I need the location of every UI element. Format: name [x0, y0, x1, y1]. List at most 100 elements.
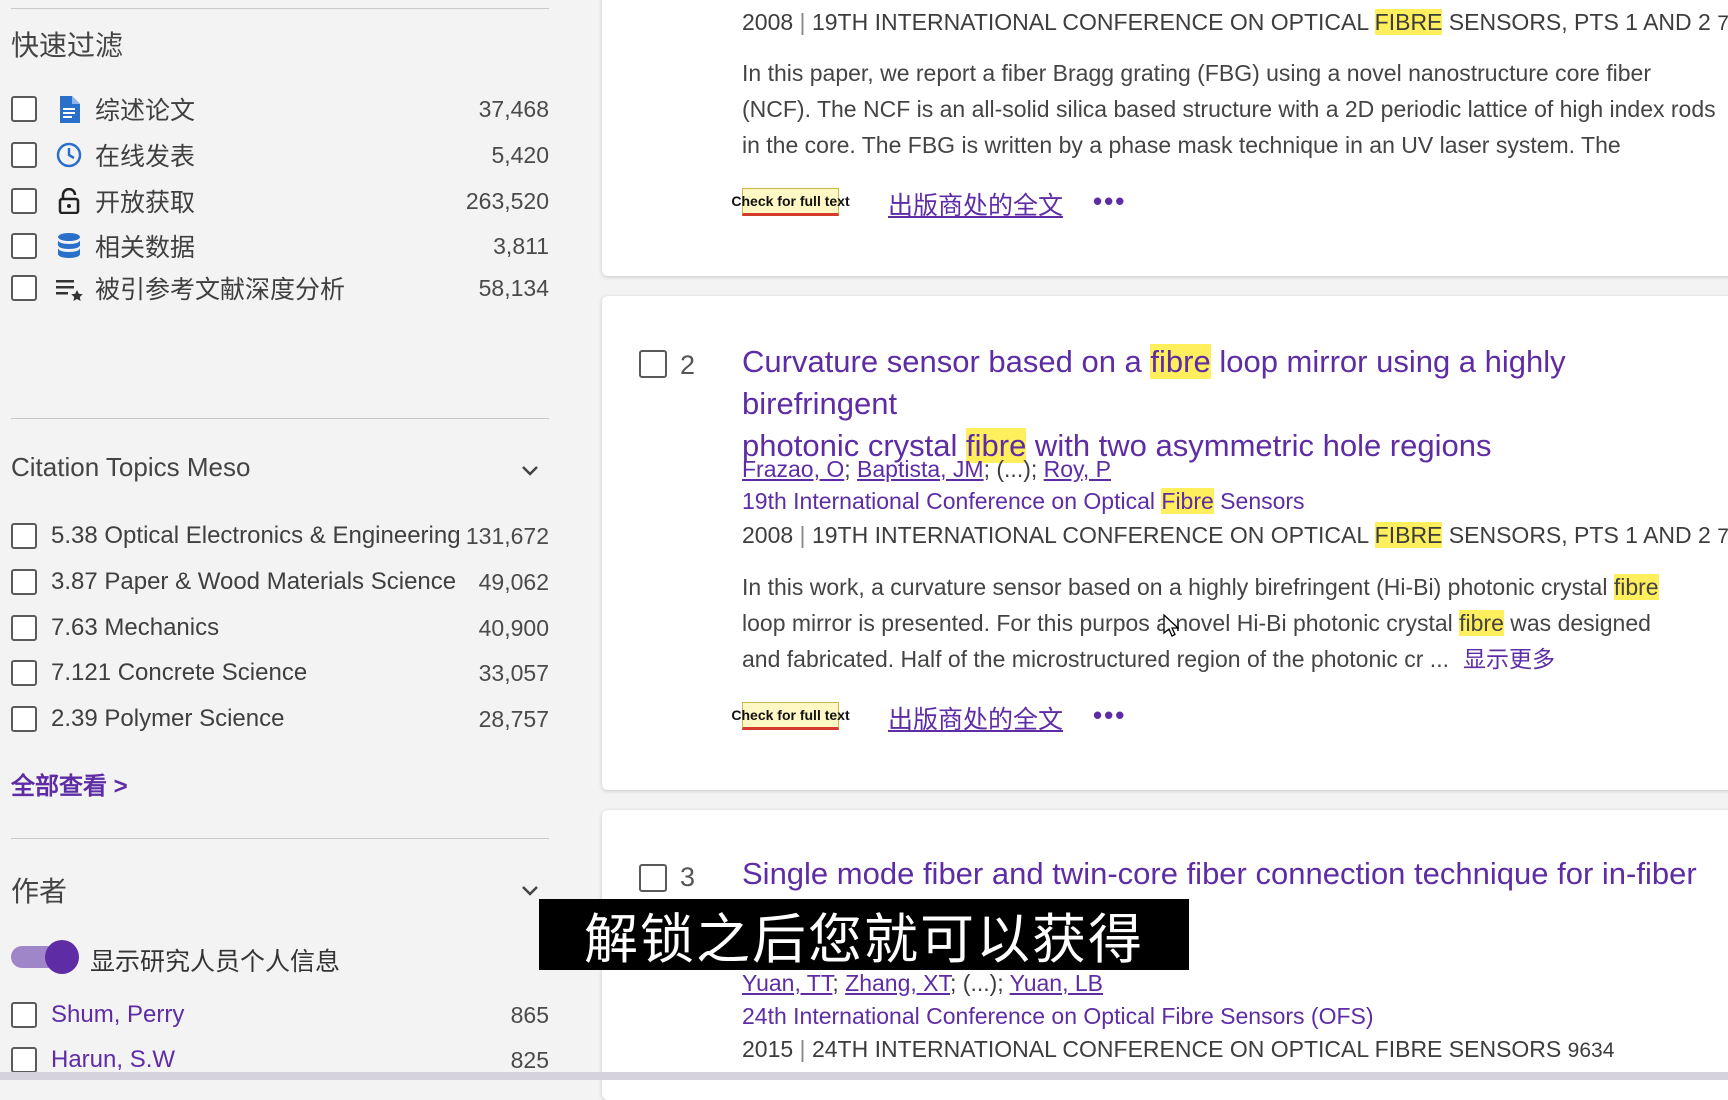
more-options-icon[interactable]: •••	[1093, 700, 1126, 731]
check-full-text-button[interactable]: Check for full text	[731, 188, 850, 216]
topic-item[interactable]: 5.38 Optical Electronics & Engineering 1…	[11, 518, 549, 554]
abstract-text: and fabricated. Half of the microstructu…	[742, 646, 1449, 672]
topic-item[interactable]: 7.121 Concrete Science 33,057	[11, 655, 549, 691]
researcher-profile-toggle[interactable]	[11, 940, 79, 974]
quick-filter-title: 快速过滤	[11, 30, 124, 61]
clock-icon	[55, 141, 83, 169]
select-record-checkbox[interactable]	[639, 350, 667, 378]
topic-count: 131,672	[465, 522, 549, 549]
checkbox[interactable]	[11, 1002, 37, 1028]
publisher-full-text-link[interactable]: 出版商处的全文	[888, 700, 1063, 736]
source-text: 19TH INTERNATIONAL CONFERENCE ON OPTICAL	[811, 9, 1375, 35]
volume: 7004	[1717, 12, 1728, 35]
topic-count: 49,062	[478, 568, 549, 595]
filter-count: 263,520	[465, 187, 549, 214]
abstract-line: In this paper, we report a fiber Bragg g…	[742, 60, 1651, 86]
author-label[interactable]: Harun, S.W	[51, 1046, 175, 1074]
source-text: 24TH INTERNATIONAL CONFERENCE ON OPTICAL…	[811, 1036, 1562, 1062]
abstract-text: a novel Hi-Bi photonic crystal	[1149, 610, 1460, 636]
chevron-down-icon[interactable]	[518, 458, 542, 482]
filter-label: 综述论文	[95, 97, 196, 125]
database-icon	[55, 232, 83, 260]
pub-year: 2015	[742, 1036, 794, 1062]
checkbox[interactable]	[11, 523, 37, 549]
topic-item[interactable]: 7.63 Mechanics 40,900	[11, 610, 549, 646]
topic-item[interactable]: 2.39 Polymer Science 28,757	[11, 701, 549, 737]
publisher-full-text-link[interactable]: 出版商处的全文	[888, 186, 1063, 222]
filter-count: 58,134	[478, 274, 549, 301]
abstract-text: In this work, a curvature sensor based o…	[742, 574, 1614, 600]
author-link[interactable]: Frazao, O	[742, 456, 844, 482]
author-list: Yuan, TT; Zhang, XT; (...); Yuan, LB	[742, 970, 1103, 996]
filter-early-access[interactable]: 在线发表 5,420	[11, 137, 549, 173]
filter-count: 3,811	[493, 232, 549, 259]
more-options-icon[interactable]: •••	[1093, 186, 1126, 217]
authors-title: 作者	[11, 876, 68, 907]
checkbox[interactable]	[11, 1047, 37, 1073]
author-count: 825	[510, 1046, 549, 1073]
checkbox[interactable]	[11, 142, 37, 168]
author-list: Frazao, O; Baptista, JM; (...); Roy, P	[742, 456, 1111, 482]
video-subtitle-caption: 解锁之后您就可以获得	[539, 899, 1189, 970]
record-number: 2	[680, 350, 696, 380]
filter-label: 被引参考文献深度分析	[95, 276, 346, 304]
filter-enriched-cited-references[interactable]: 被引参考文献深度分析 58,134	[11, 270, 549, 306]
conference-link[interactable]: 19th International Conference on Optical…	[742, 488, 1305, 515]
filter-associated-data[interactable]: 相关数据 3,811	[11, 228, 549, 264]
topic-count: 40,900	[478, 614, 549, 641]
pub-year: 2008	[742, 9, 794, 35]
highlight-term: FIBRE	[1374, 522, 1443, 548]
pub-year: 2008	[742, 522, 794, 548]
checkbox[interactable]	[11, 615, 37, 641]
divider	[11, 838, 549, 839]
source-text: 19TH INTERNATIONAL CONFERENCE ON OPTICAL	[811, 522, 1375, 548]
filter-label: 相关数据	[95, 234, 196, 262]
checkbox[interactable]	[11, 275, 37, 301]
divider	[11, 8, 549, 9]
highlight-term: FIBRE	[1374, 9, 1443, 35]
abstract-line: in the core. The FBG is written by a pha…	[742, 132, 1621, 158]
show-more-link[interactable]: 显示更多	[1463, 646, 1555, 672]
highlight-term: fibre	[1459, 610, 1504, 636]
toggle-knob	[45, 940, 79, 974]
author-item[interactable]: Shum, Perry 865	[11, 997, 549, 1033]
volume: 7004	[1717, 525, 1728, 548]
checkbox[interactable]	[11, 96, 37, 122]
highlight-term: fibre	[1150, 344, 1211, 379]
unlock-icon	[55, 187, 83, 215]
conference-text: Sensors	[1213, 488, 1305, 514]
record-title-link[interactable]: Curvature sensor based on a fibre loop m…	[742, 341, 1727, 467]
list-star-icon	[55, 274, 83, 302]
authors-ellipsis: ; (...);	[983, 456, 1044, 482]
source-text: SENSORS, PTS 1 AND 2	[1442, 9, 1711, 35]
topic-count: 33,057	[478, 659, 549, 686]
conference-link[interactable]: 24th International Conference on Optical…	[742, 1003, 1374, 1030]
author-link[interactable]: Baptista, JM	[857, 456, 984, 482]
filter-open-access[interactable]: 开放获取 263,520	[11, 183, 549, 219]
checkbox[interactable]	[11, 233, 37, 259]
select-record-checkbox[interactable]	[639, 864, 667, 892]
checkbox[interactable]	[11, 706, 37, 732]
check-full-text-button[interactable]: Check for full text	[731, 702, 850, 730]
filter-review-articles[interactable]: 综述论文 37,468	[11, 91, 549, 127]
topic-label: 7.63 Mechanics	[51, 614, 220, 641]
topic-item[interactable]: 3.87 Paper & Wood Materials Science 49,0…	[11, 564, 549, 600]
filter-label: 开放获取	[95, 189, 196, 217]
toggle-label: 显示研究人员个人信息	[90, 948, 341, 976]
checkbox[interactable]	[11, 660, 37, 686]
topic-label: 3.87 Paper & Wood Materials Science	[51, 568, 457, 595]
record-title-link[interactable]: Single mode fiber and twin-core fiber co…	[742, 853, 1727, 895]
source-meta: 2015 | 24TH INTERNATIONAL CONFERENCE ON …	[742, 1036, 1615, 1062]
author-count: 865	[510, 1001, 549, 1028]
source-text: SENSORS, PTS 1 AND 2	[1442, 522, 1711, 548]
topic-label: 5.38 Optical Electronics & Engineering	[51, 522, 461, 549]
checkbox[interactable]	[11, 569, 37, 595]
author-link[interactable]: Roy, P	[1044, 456, 1111, 482]
author-label[interactable]: Shum, Perry	[51, 1001, 184, 1029]
view-all-link[interactable]: 全部查看 >	[11, 766, 128, 801]
record-number: 3	[680, 862, 696, 892]
abstract: In this paper, we report a fiber Bragg g…	[742, 55, 1727, 163]
abstract-text: loop mirror is presented. For this purpo…	[742, 610, 1150, 636]
mouse-cursor-icon	[1163, 613, 1180, 643]
checkbox[interactable]	[11, 188, 37, 214]
